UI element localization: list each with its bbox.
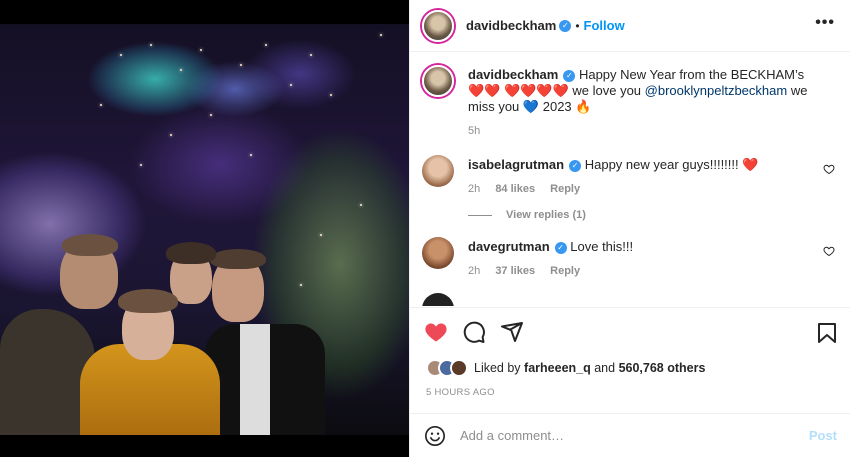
save-bookmark-icon[interactable] <box>817 322 837 344</box>
caption-year: 2023 <box>542 99 572 114</box>
verified-badge-icon: ✓ <box>563 69 576 82</box>
emoji-picker-icon[interactable] <box>424 425 446 447</box>
caption-username[interactable]: davidbeckham <box>468 67 558 82</box>
follow-button[interactable]: Follow <box>584 18 625 33</box>
separator-dot: • <box>575 18 580 33</box>
comment-text: Love this!!! <box>570 239 634 254</box>
liked-by-prefix: Liked by <box>474 361 521 375</box>
comment-item-partial <box>422 293 835 306</box>
caption-text: we love you <box>572 83 642 98</box>
post-timestamp[interactable]: 5 HOURS AGO <box>426 387 495 398</box>
red-heart-emoji: ❤️❤️ <box>468 83 501 98</box>
liker-avatar[interactable] <box>450 359 468 377</box>
like-comment-heart-icon[interactable] <box>823 245 835 260</box>
caption: davidbeckham ✓ Happy New Year from the BE… <box>422 65 835 139</box>
add-comment-bar: Add a comment… Post <box>410 413 850 457</box>
share-icon[interactable] <box>500 320 524 344</box>
caption-avatar[interactable] <box>422 65 454 97</box>
post-photo[interactable] <box>0 0 409 457</box>
liked-by-others[interactable]: 560,768 others <box>619 361 706 375</box>
post-comment-button[interactable]: Post <box>809 428 837 443</box>
comment-input[interactable]: Add a comment… <box>460 428 809 443</box>
action-bar <box>410 307 850 355</box>
blue-heart-emoji: 💙 <box>522 99 540 114</box>
commenter-avatar[interactable] <box>422 155 454 187</box>
post-panel: davidbeckham ✓ • Follow ••• davidbeckham… <box>409 0 850 457</box>
like-heart-icon[interactable] <box>424 320 448 344</box>
red-heart-emoji: ❤️❤️❤️❤️ <box>504 83 569 98</box>
view-replies-label: View replies (1) <box>506 209 586 221</box>
red-heart-emoji: ❤️ <box>742 157 759 172</box>
liked-by-user[interactable]: farheeen_q <box>524 361 591 375</box>
comment-item: davegrutman ✓ Love this!!! 2h 37 likes Re… <box>422 237 835 279</box>
commenter-avatar[interactable] <box>422 293 454 306</box>
more-options-icon[interactable]: ••• <box>815 15 835 31</box>
liked-by-and: and <box>594 361 616 375</box>
view-replies-button[interactable]: View replies (1) <box>468 209 835 221</box>
fire-emoji: 🔥 <box>575 99 592 114</box>
replies-divider <box>468 214 492 216</box>
author-username[interactable]: davidbeckham <box>466 18 556 33</box>
verified-badge-icon: ✓ <box>554 241 567 254</box>
comment-time[interactable]: 2h <box>468 265 480 277</box>
like-comment-heart-icon[interactable] <box>823 163 835 178</box>
commenter-username[interactable]: isabelagrutman <box>468 157 564 172</box>
comments-section[interactable]: davidbeckham ✓ Happy New Year from the BE… <box>410 53 850 306</box>
comment-text: Happy new year guys!!!!!!!! <box>584 157 739 172</box>
comment-likes[interactable]: 84 likes <box>495 183 535 195</box>
comment-item: isabelagrutman ✓ Happy new year guys!!!!!… <box>422 155 835 197</box>
verified-badge-icon: ✓ <box>559 19 572 32</box>
comment-icon[interactable] <box>462 320 486 344</box>
verified-badge-icon: ✓ <box>569 159 582 172</box>
comment-time[interactable]: 2h <box>468 183 480 195</box>
reply-button[interactable]: Reply <box>550 265 580 277</box>
photo-image <box>0 24 409 435</box>
mention-link[interactable]: @brooklynpeltzbeckham <box>645 83 788 98</box>
reply-button[interactable]: Reply <box>550 183 580 195</box>
caption-time[interactable]: 5h <box>468 125 480 137</box>
post-header: davidbeckham ✓ • Follow ••• <box>410 0 850 52</box>
commenter-username[interactable]: davegrutman <box>468 239 550 254</box>
comment-likes[interactable]: 37 likes <box>495 265 535 277</box>
commenter-avatar[interactable] <box>422 237 454 269</box>
liked-by-text: Liked by farheeen_q and 560,768 others <box>474 361 705 375</box>
caption-text: Happy New Year from the BECKHAM’s <box>578 67 805 82</box>
liked-by-row: Liked by farheeen_q and 560,768 others <box>426 359 705 377</box>
author-avatar[interactable] <box>422 9 454 42</box>
